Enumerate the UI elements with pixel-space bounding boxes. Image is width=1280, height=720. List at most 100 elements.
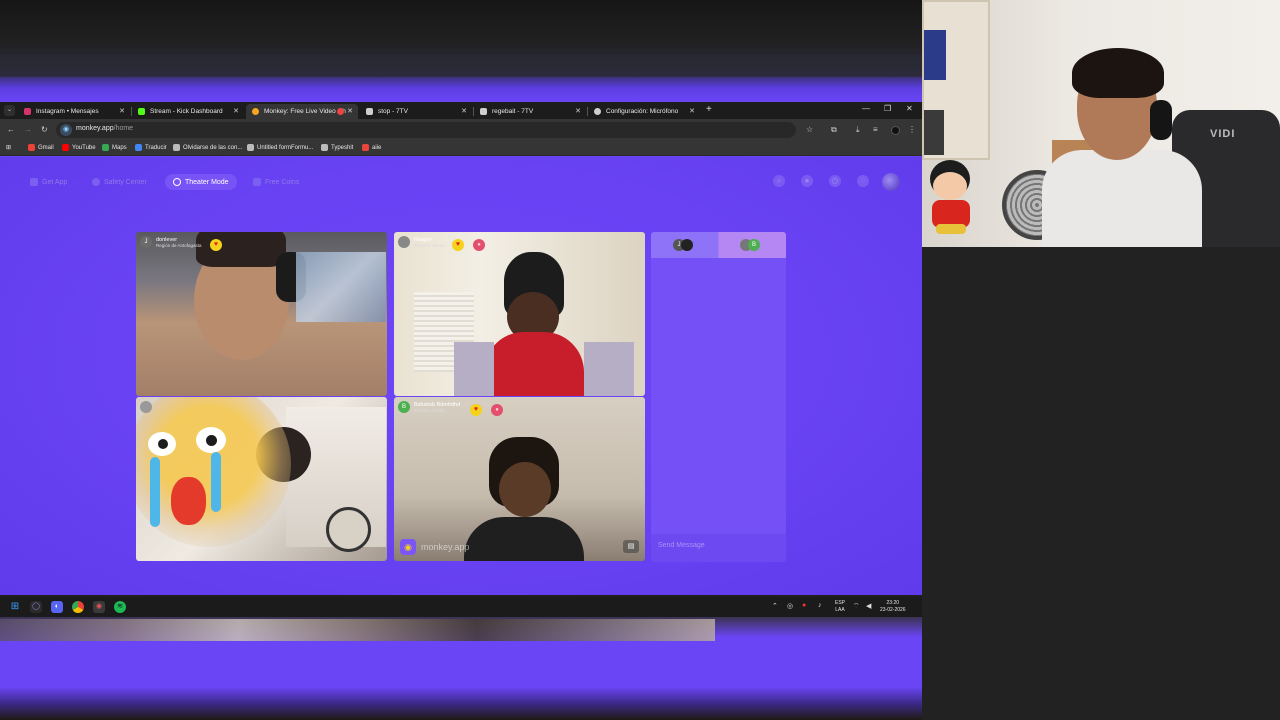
apps-grid-icon[interactable]: ⊞ [6, 144, 11, 151]
video-tile-3[interactable] [136, 397, 387, 561]
theater-mode-icon [173, 178, 181, 186]
language-indicator[interactable]: ESP LAA [835, 600, 845, 614]
discord-icon[interactable]: ◐ [51, 601, 63, 613]
reload-icon[interactable]: ↻ [41, 125, 48, 134]
gems-icon[interactable]: ● [801, 175, 813, 187]
menu-icon[interactable]: ⋮ [908, 125, 916, 134]
recording-tray-icon[interactable]: ● [802, 602, 806, 609]
browser-window: ⌄ Instagram • Mensajes ✕ Stream - Kick D… [0, 102, 922, 595]
maps-icon [102, 144, 109, 151]
free-coins-link[interactable]: Free Coins [253, 174, 299, 190]
bookmark-traducir[interactable]: Traducir [135, 144, 167, 151]
pair-avatars-left[interactable]: J [673, 239, 697, 251]
close-icon[interactable]: ✕ [347, 107, 353, 115]
7tv-icon [366, 108, 373, 115]
chat-header: J B [651, 232, 786, 258]
close-icon[interactable]: ✕ [575, 107, 581, 115]
tile-header: B Bsbsbsb Bdmhdhd Estados Unidos [398, 401, 460, 413]
blurred-background-top [0, 0, 922, 102]
close-icon[interactable]: ✕ [461, 107, 467, 115]
monkey-app-page: Get App Safety Center Theater Mode Free … [0, 157, 922, 595]
restore-icon[interactable]: ❐ [884, 104, 891, 113]
reaction-icon[interactable]: ● [473, 239, 485, 251]
tab-kick-dashboard[interactable]: Stream - Kick Dashboard ✕ [132, 104, 244, 119]
tab-monkey[interactable]: Monkey: Free Live Video Ch ✕ [246, 104, 358, 119]
site-info-icon[interactable]: ◉ [60, 124, 72, 136]
bookmark-typeshit[interactable]: Typeshit [321, 144, 353, 151]
tab-search-button[interactable]: ⌄ [4, 105, 15, 116]
new-tab-button[interactable]: + [706, 104, 712, 115]
bookmarks-bar: ⊞ Gmail YouTube Maps Traducir Olvidarse … [0, 141, 922, 156]
translate-icon [135, 144, 142, 151]
screen: ⌄ Instagram • Mensajes ✕ Stream - Kick D… [0, 0, 1280, 720]
avatar [398, 236, 410, 248]
send-message-input[interactable]: Send Message [651, 534, 786, 562]
url-field[interactable]: ◉ monkey.app/home [56, 122, 796, 138]
video-tile-reaper[interactable]: Reaper Estados Unidos ♥ ● [394, 232, 645, 396]
system-clock[interactable]: 23:20 23-02-2026 [880, 600, 906, 614]
window-close-icon[interactable]: ✕ [906, 104, 913, 113]
minimize-icon[interactable]: — [862, 104, 870, 113]
avatar [140, 401, 152, 413]
taskbar: ⊞ ◯ ◐ ◉ ≋ ⌃ ◎ ● ♪ ESP LAA ⌔ ◀ 23:20 23-02-… [0, 597, 922, 617]
tile-header [140, 401, 156, 413]
empty-right-pane [922, 247, 1280, 720]
close-icon[interactable]: ✕ [689, 107, 695, 115]
monkey-logo-icon: ◉ [400, 539, 416, 555]
monkey-watermark: ◉ monkey.app [400, 539, 469, 555]
microphone-icon[interactable]: ♪ [818, 602, 822, 609]
obs-icon[interactable]: ◉ [93, 601, 105, 613]
download-icon[interactable]: ⤓ [856, 125, 860, 135]
wifi-icon[interactable]: ⌔ [853, 602, 860, 611]
back-icon[interactable]: ← [7, 125, 15, 134]
user-avatar[interactable] [882, 173, 900, 191]
heart-icon[interactable]: ♥ [210, 239, 222, 251]
profile-avatar[interactable] [891, 126, 900, 135]
chrome-icon[interactable] [72, 601, 84, 613]
bookmark-gmail[interactable]: Gmail [28, 144, 54, 151]
get-app-link[interactable]: Get App [30, 174, 67, 190]
tab-regebait-7tv[interactable]: regebait - 7TV ✕ [474, 104, 586, 119]
bookmark-untitled-form[interactable]: Untitled formFormu... [247, 144, 313, 151]
coin-icon [253, 178, 261, 186]
tab-configuracion[interactable]: Configuración: Micrófono ✕ [588, 104, 700, 119]
volume-icon[interactable]: ◀ [866, 602, 871, 610]
chat-toggle-icon[interactable]: ▤ [623, 540, 639, 553]
tray-app-icon[interactable]: ◎ [787, 602, 793, 610]
close-icon[interactable]: ✕ [119, 107, 125, 115]
extensions-icon[interactable]: ⧉ [831, 125, 837, 135]
video-tile-bsbsbsb[interactable]: B Bsbsbsb Bdmhdhd Estados Unidos ♥ ● ◉ mon… [394, 397, 645, 561]
tray-expand-icon[interactable]: ⌃ [772, 602, 778, 610]
7tv-icon [480, 108, 487, 115]
heart-icon[interactable]: ♥ [470, 404, 482, 416]
tab-stop-7tv[interactable]: stop - 7TV ✕ [360, 104, 472, 119]
recording-indicator-icon [337, 108, 344, 115]
search-icon[interactable]: ◯ [30, 601, 42, 613]
forward-icon[interactable]: → [24, 125, 32, 134]
bookmark-youtube[interactable]: YouTube [62, 144, 96, 151]
tile-header: J donlever Región de Antofagasta [140, 236, 202, 248]
bookmark-maps[interactable]: Maps [102, 144, 127, 151]
messages-icon[interactable]: ◌ [857, 175, 869, 187]
location: Estados Unidos [414, 407, 446, 413]
heart-icon[interactable]: ♥ [452, 239, 464, 251]
theater-mode-button[interactable]: Theater Mode [165, 174, 237, 190]
tab-instagram[interactable]: Instagram • Mensajes ✕ [18, 104, 130, 119]
search-icon[interactable]: ⌕ [773, 175, 785, 187]
avatar: B [398, 401, 410, 413]
history-icon[interactable]: ◷ [829, 175, 841, 187]
address-bar: ← → ↻ ◉ monkey.app/home ☆ ⧉ ⤓ ≡ ⋮ [0, 119, 922, 141]
media-control-icon[interactable]: ≡ [873, 125, 878, 134]
bookmark-star-icon[interactable]: ☆ [806, 125, 813, 134]
shield-icon [92, 178, 100, 186]
pair-avatars-right[interactable]: B [740, 239, 764, 251]
bookmark-aiie[interactable]: aiie [362, 144, 381, 151]
bookmark-olvidarse[interactable]: Olvidarse de las con... [173, 144, 242, 151]
spotify-icon[interactable]: ≋ [114, 601, 126, 613]
close-icon[interactable]: ✕ [233, 107, 239, 115]
safety-center-link[interactable]: Safety Center [92, 174, 147, 190]
windows-start-icon[interactable]: ⊞ [9, 601, 21, 613]
reaction-icon[interactable]: ● [491, 404, 503, 416]
video-tile-donlever[interactable]: J donlever Región de Antofagasta ♥ [136, 232, 387, 396]
aiie-icon [362, 144, 369, 151]
